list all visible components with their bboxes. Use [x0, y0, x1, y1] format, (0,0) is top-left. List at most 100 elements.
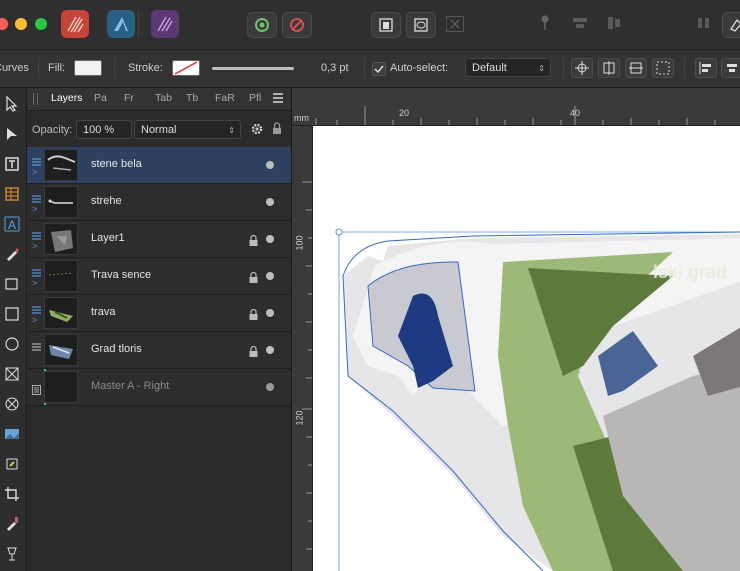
- transform-origin-icon[interactable]: [571, 58, 593, 78]
- layer-row[interactable]: > stene bela: [27, 147, 291, 184]
- tools-panel: A: [0, 88, 27, 571]
- layer-type-icon: [32, 301, 41, 314]
- pixel-persona-icon[interactable]: [107, 10, 135, 38]
- blend-mode-value: Normal: [141, 124, 177, 136]
- lock-icon[interactable]: [249, 307, 258, 320]
- table-tool-icon[interactable]: [2, 184, 22, 204]
- layer-name: strehe: [91, 195, 122, 207]
- document-canvas[interactable]: lski grad: [313, 126, 740, 571]
- designer-persona-icon[interactable]: [61, 10, 89, 38]
- stroke-width-slider[interactable]: [212, 67, 294, 70]
- layer-row[interactable]: > Layer1: [27, 221, 291, 258]
- visibility-dot-icon[interactable]: [266, 198, 274, 206]
- tab-tab[interactable]: Tab: [155, 92, 172, 104]
- flip-vertical-icon[interactable]: [625, 58, 647, 78]
- insert-behind-icon[interactable]: [607, 16, 621, 35]
- flip-horizontal-icon[interactable]: [598, 58, 620, 78]
- move-tool-icon[interactable]: [2, 94, 22, 114]
- export-persona-icon[interactable]: [151, 10, 179, 38]
- visibility-dot-icon[interactable]: [266, 161, 274, 169]
- expand-chevron-icon[interactable]: >: [32, 167, 37, 177]
- snapping-icon[interactable]: [247, 12, 277, 38]
- layer-row[interactable]: > strehe: [27, 184, 291, 221]
- visibility-dot-icon[interactable]: [266, 272, 274, 280]
- panel-grip-icon[interactable]: [33, 93, 38, 105]
- layer-thumbnail: [44, 149, 78, 181]
- autoselect-checkbox[interactable]: [372, 62, 386, 76]
- place-image-icon[interactable]: [2, 424, 22, 444]
- expand-chevron-icon[interactable]: >: [32, 315, 37, 325]
- align-left-icon[interactable]: [695, 58, 717, 78]
- minimize-window-button[interactable]: [15, 18, 27, 30]
- visibility-dot-icon[interactable]: [266, 309, 274, 317]
- node-tool-icon[interactable]: [2, 124, 22, 144]
- panel-menu-icon[interactable]: [272, 92, 284, 107]
- visibility-dot-icon[interactable]: [266, 346, 274, 354]
- vertical-ruler[interactable]: 100 120: [292, 126, 313, 571]
- fill-label: Fill:: [48, 62, 66, 74]
- picture-frame-rect-icon[interactable]: [2, 364, 22, 384]
- text-tool-icon[interactable]: A: [2, 214, 22, 234]
- close-window-button[interactable]: [0, 18, 8, 30]
- gear-icon[interactable]: [250, 122, 264, 139]
- selection-handle: [335, 228, 343, 236]
- tab-layers[interactable]: Layers: [51, 92, 83, 104]
- artwork[interactable]: [313, 126, 740, 571]
- picture-frame-ellipse-icon[interactable]: [2, 394, 22, 414]
- zoom-window-button[interactable]: [35, 18, 47, 30]
- layers-panel: Layers Pa Fr Tab Tb FaR Pfl Opacity: 100…: [27, 88, 292, 571]
- crop-tool-icon[interactable]: [2, 484, 22, 504]
- transparency-tool-icon[interactable]: [2, 544, 22, 564]
- stroke-swatch[interactable]: [172, 60, 200, 76]
- stroke-width-value[interactable]: 0,3 pt: [321, 62, 349, 74]
- tab-pfl[interactable]: Pfl: [249, 92, 261, 104]
- layer-type-icon: [32, 227, 41, 240]
- no-snapping-icon[interactable]: [282, 12, 312, 38]
- insert-inside-icon[interactable]: [697, 16, 711, 35]
- view-mode-icon[interactable]: [371, 12, 401, 38]
- expand-chevron-icon[interactable]: >: [32, 204, 37, 214]
- opacity-value: 100 %: [83, 124, 115, 136]
- ruler-tick-120: 120: [294, 410, 305, 426]
- clip-mode-icon[interactable]: [446, 16, 464, 32]
- tab-pa[interactable]: Pa: [94, 92, 107, 104]
- opacity-field[interactable]: 100 % ⌄: [76, 120, 145, 139]
- fill-swatch[interactable]: [74, 60, 102, 76]
- expand-chevron-icon[interactable]: >: [32, 241, 37, 251]
- autoselect-dropdown[interactable]: Default ⇕: [465, 58, 551, 77]
- pen-tool-icon[interactable]: [2, 244, 22, 264]
- rotate-icon[interactable]: [652, 58, 674, 78]
- layer-row[interactable]: > trava: [27, 295, 291, 332]
- layer-row[interactable]: Master A - Right: [27, 369, 291, 406]
- fill-tool-icon[interactable]: [2, 514, 22, 534]
- pin-icon[interactable]: [540, 14, 550, 37]
- lock-icon[interactable]: [272, 122, 282, 138]
- align-center-icon[interactable]: [721, 58, 740, 78]
- shape-tool-icon[interactable]: [2, 274, 22, 294]
- rectangle-tool-icon[interactable]: [2, 304, 22, 324]
- lock-icon[interactable]: [249, 344, 258, 357]
- vector-crop-icon[interactable]: [2, 454, 22, 474]
- visibility-dot-icon[interactable]: [266, 235, 274, 243]
- lock-icon[interactable]: [249, 233, 258, 246]
- preview-mode-icon[interactable]: [406, 12, 436, 38]
- assistant-icon[interactable]: [722, 12, 740, 38]
- layer-row[interactable]: > Trava sence: [27, 258, 291, 295]
- tab-tb[interactable]: Tb: [186, 92, 198, 104]
- ellipse-tool-icon[interactable]: [2, 334, 22, 354]
- blend-mode-dropdown[interactable]: Normal ⇕: [134, 120, 241, 139]
- tab-far[interactable]: FaR: [215, 92, 235, 104]
- artboard-tool-icon[interactable]: [2, 154, 22, 174]
- panel-tabs: Layers Pa Fr Tab Tb FaR Pfl: [27, 88, 291, 111]
- tab-fr[interactable]: Fr: [124, 92, 134, 104]
- visibility-dot-icon[interactable]: [266, 383, 274, 391]
- horizontal-ruler[interactable]: mm 20 40: [292, 88, 740, 126]
- layer-type-icon: [32, 264, 41, 277]
- layer-row[interactable]: Grad tloris: [27, 332, 291, 369]
- map-watermark-text: lski grad: [653, 262, 728, 282]
- expand-chevron-icon[interactable]: >: [32, 278, 37, 288]
- stroke-label: Stroke:: [128, 62, 163, 74]
- align-group-icon[interactable]: [572, 16, 588, 35]
- layer-type-icon: [32, 338, 41, 351]
- lock-icon[interactable]: [249, 270, 258, 283]
